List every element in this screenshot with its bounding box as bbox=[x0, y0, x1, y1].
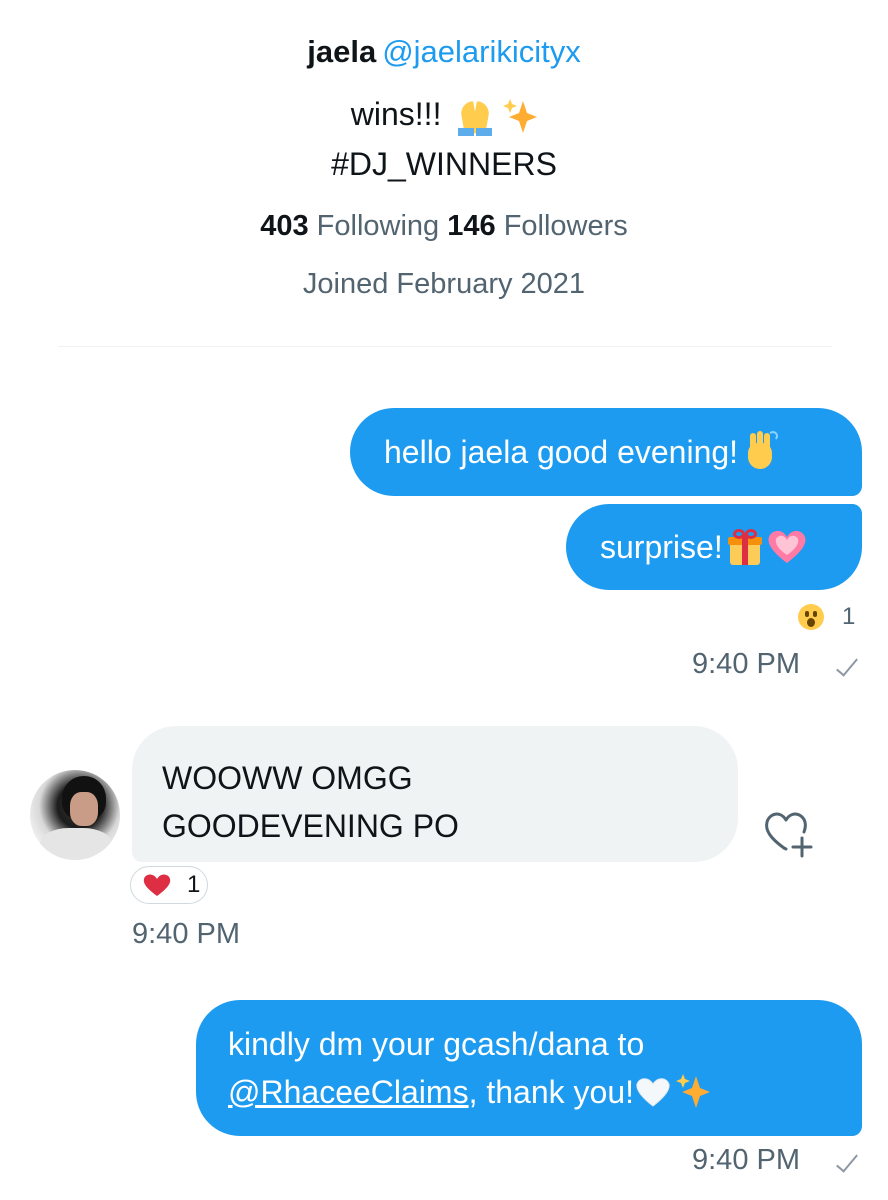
message-timestamp: 9:40 PM bbox=[692, 648, 800, 680]
sent-check-icon bbox=[836, 654, 854, 678]
outgoing-message[interactable]: surprise! bbox=[566, 504, 862, 590]
profile-bio-line-2[interactable]: #DJ_WINNERS bbox=[0, 146, 888, 183]
message-text: , thank you! bbox=[468, 1074, 634, 1110]
outgoing-message[interactable]: kindly dm your gcash/dana to @RhaceeClai… bbox=[196, 1000, 862, 1136]
message-text: surprise! bbox=[600, 529, 723, 565]
dm-conversation: jaela @jaelarikicityx wins!!! #DJ_WINNERS… bbox=[0, 0, 888, 1200]
message-timestamp: 9:40 PM bbox=[132, 918, 240, 950]
reaction-count: 1 bbox=[187, 871, 201, 898]
following-count[interactable]: 403 bbox=[260, 210, 308, 242]
display-name[interactable]: jaela bbox=[307, 34, 376, 69]
white-heart-icon bbox=[636, 1077, 670, 1107]
message-timestamp: 9:40 PM bbox=[692, 1144, 800, 1176]
message-text-line-1: WOOWW OMGG bbox=[162, 760, 413, 796]
outgoing-message[interactable]: hello jaela good evening! bbox=[350, 408, 862, 496]
sparkles-icon bbox=[676, 1074, 710, 1110]
divider bbox=[58, 346, 832, 347]
gift-icon bbox=[727, 529, 763, 565]
following-label[interactable]: Following bbox=[317, 210, 440, 242]
add-reaction-heart-icon[interactable] bbox=[762, 808, 820, 860]
profile-stats: 403 Following 146 Followers bbox=[0, 210, 888, 243]
profile-handle[interactable]: @jaelarikicityx bbox=[382, 34, 581, 69]
growing-heart-icon bbox=[767, 529, 807, 565]
sent-check-icon bbox=[836, 1150, 854, 1174]
sparkles-icon bbox=[503, 98, 538, 135]
message-text-line-2: GOODEVENING PO bbox=[162, 808, 459, 844]
profile-bio-line-1: wins!!! bbox=[0, 96, 888, 136]
followers-label[interactable]: Followers bbox=[504, 210, 628, 242]
incoming-message[interactable]: WOOWW OMGG GOODEVENING PO bbox=[132, 726, 738, 862]
reaction-count: 1 bbox=[842, 603, 856, 630]
profile-name-line: jaela @jaelarikicityx bbox=[0, 28, 888, 76]
mention-link[interactable]: @RhaceeClaims bbox=[228, 1068, 469, 1116]
message-text-line-2: @RhaceeClaims, thank you! bbox=[228, 1068, 710, 1116]
message-text-line-1: kindly dm your gcash/dana to bbox=[228, 1026, 645, 1062]
astonished-face-icon bbox=[798, 604, 824, 630]
bio-text: wins!!! bbox=[350, 96, 442, 132]
folded-hands-icon bbox=[456, 98, 494, 136]
message-reaction[interactable]: 1 bbox=[798, 602, 855, 632]
waving-hand-icon bbox=[742, 431, 780, 471]
message-reaction[interactable]: 1 bbox=[130, 866, 208, 904]
red-heart-icon bbox=[143, 874, 171, 896]
message-text: hello jaela good evening! bbox=[384, 434, 739, 470]
avatar[interactable] bbox=[30, 770, 120, 860]
followers-count[interactable]: 146 bbox=[447, 210, 495, 242]
joined-date: Joined February 2021 bbox=[302, 268, 586, 300]
